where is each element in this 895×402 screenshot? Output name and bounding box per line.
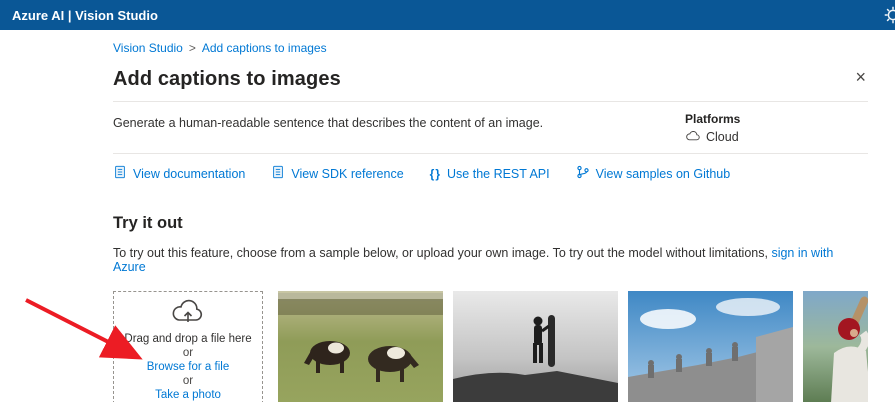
curly-braces-icon: {} [430, 167, 441, 181]
view-documentation-label: View documentation [133, 167, 245, 181]
description-row: Generate a human-readable sentence that … [113, 102, 868, 153]
drag-drop-text: Drag and drop a file here [124, 333, 251, 345]
platform-value: Cloud [706, 130, 739, 144]
try-it-out-instructions: To try out this feature, choose from a s… [113, 246, 868, 274]
breadcrumb-separator: > [189, 41, 196, 55]
page-title: Add captions to images [113, 68, 341, 91]
take-a-photo-link[interactable]: Take a photo [155, 389, 221, 401]
feature-description: Generate a human-readable sentence that … [113, 112, 685, 144]
cloud-icon [685, 130, 701, 144]
breadcrumb-vision-studio[interactable]: Vision Studio [113, 41, 183, 55]
document-icon [113, 165, 127, 182]
use-rest-api-link[interactable]: {} Use the REST API [430, 167, 550, 181]
platforms-label: Platforms [685, 112, 868, 126]
sample-image-carousel [278, 291, 868, 402]
page-header: Add captions to images × [113, 68, 868, 91]
view-documentation-link[interactable]: View documentation [113, 165, 245, 182]
use-rest-api-label: Use the REST API [447, 167, 550, 181]
app-header-bar: Azure AI | Vision Studio [0, 0, 895, 30]
upload-dropzone[interactable]: Drag and drop a file here or Browse for … [113, 291, 263, 402]
branch-icon [576, 165, 590, 182]
samples-row: Drag and drop a file here or Browse for … [113, 291, 868, 402]
upload-cloud-icon [170, 299, 206, 328]
instructions-text: To try out this feature, choose from a s… [113, 246, 771, 260]
sample-image-cows[interactable] [278, 291, 443, 402]
settings-gear-icon[interactable] [882, 4, 895, 29]
doc-links-row: View documentation View SDK reference {}… [113, 154, 868, 194]
or-separator: or [183, 375, 193, 387]
building-illustration [628, 291, 793, 402]
view-sdk-reference-link[interactable]: View SDK reference [271, 165, 403, 182]
main-content: Vision Studio > Add captions to images A… [0, 30, 895, 402]
view-sdk-reference-label: View SDK reference [291, 167, 403, 181]
sample-images-row [278, 291, 868, 402]
cows-illustration [278, 291, 443, 402]
document-icon [271, 165, 285, 182]
sample-image-baseball-batter[interactable] [803, 291, 868, 402]
breadcrumb-current-page[interactable]: Add captions to images [202, 41, 327, 55]
view-samples-github-link[interactable]: View samples on Github [576, 165, 731, 182]
close-icon[interactable]: × [853, 68, 868, 86]
baseball-illustration [803, 291, 868, 402]
app-title: Azure AI | Vision Studio [12, 8, 158, 23]
platforms-block: Platforms Cloud [685, 112, 868, 144]
view-samples-github-label: View samples on Github [596, 167, 731, 181]
or-separator: or [183, 347, 193, 359]
sample-image-surfer[interactable] [453, 291, 618, 402]
surfer-illustration [453, 291, 618, 402]
breadcrumb: Vision Studio > Add captions to images [113, 30, 868, 55]
sample-image-building-statues[interactable] [628, 291, 793, 402]
browse-for-file-link[interactable]: Browse for a file [147, 361, 229, 373]
try-it-out-heading: Try it out [113, 214, 868, 233]
